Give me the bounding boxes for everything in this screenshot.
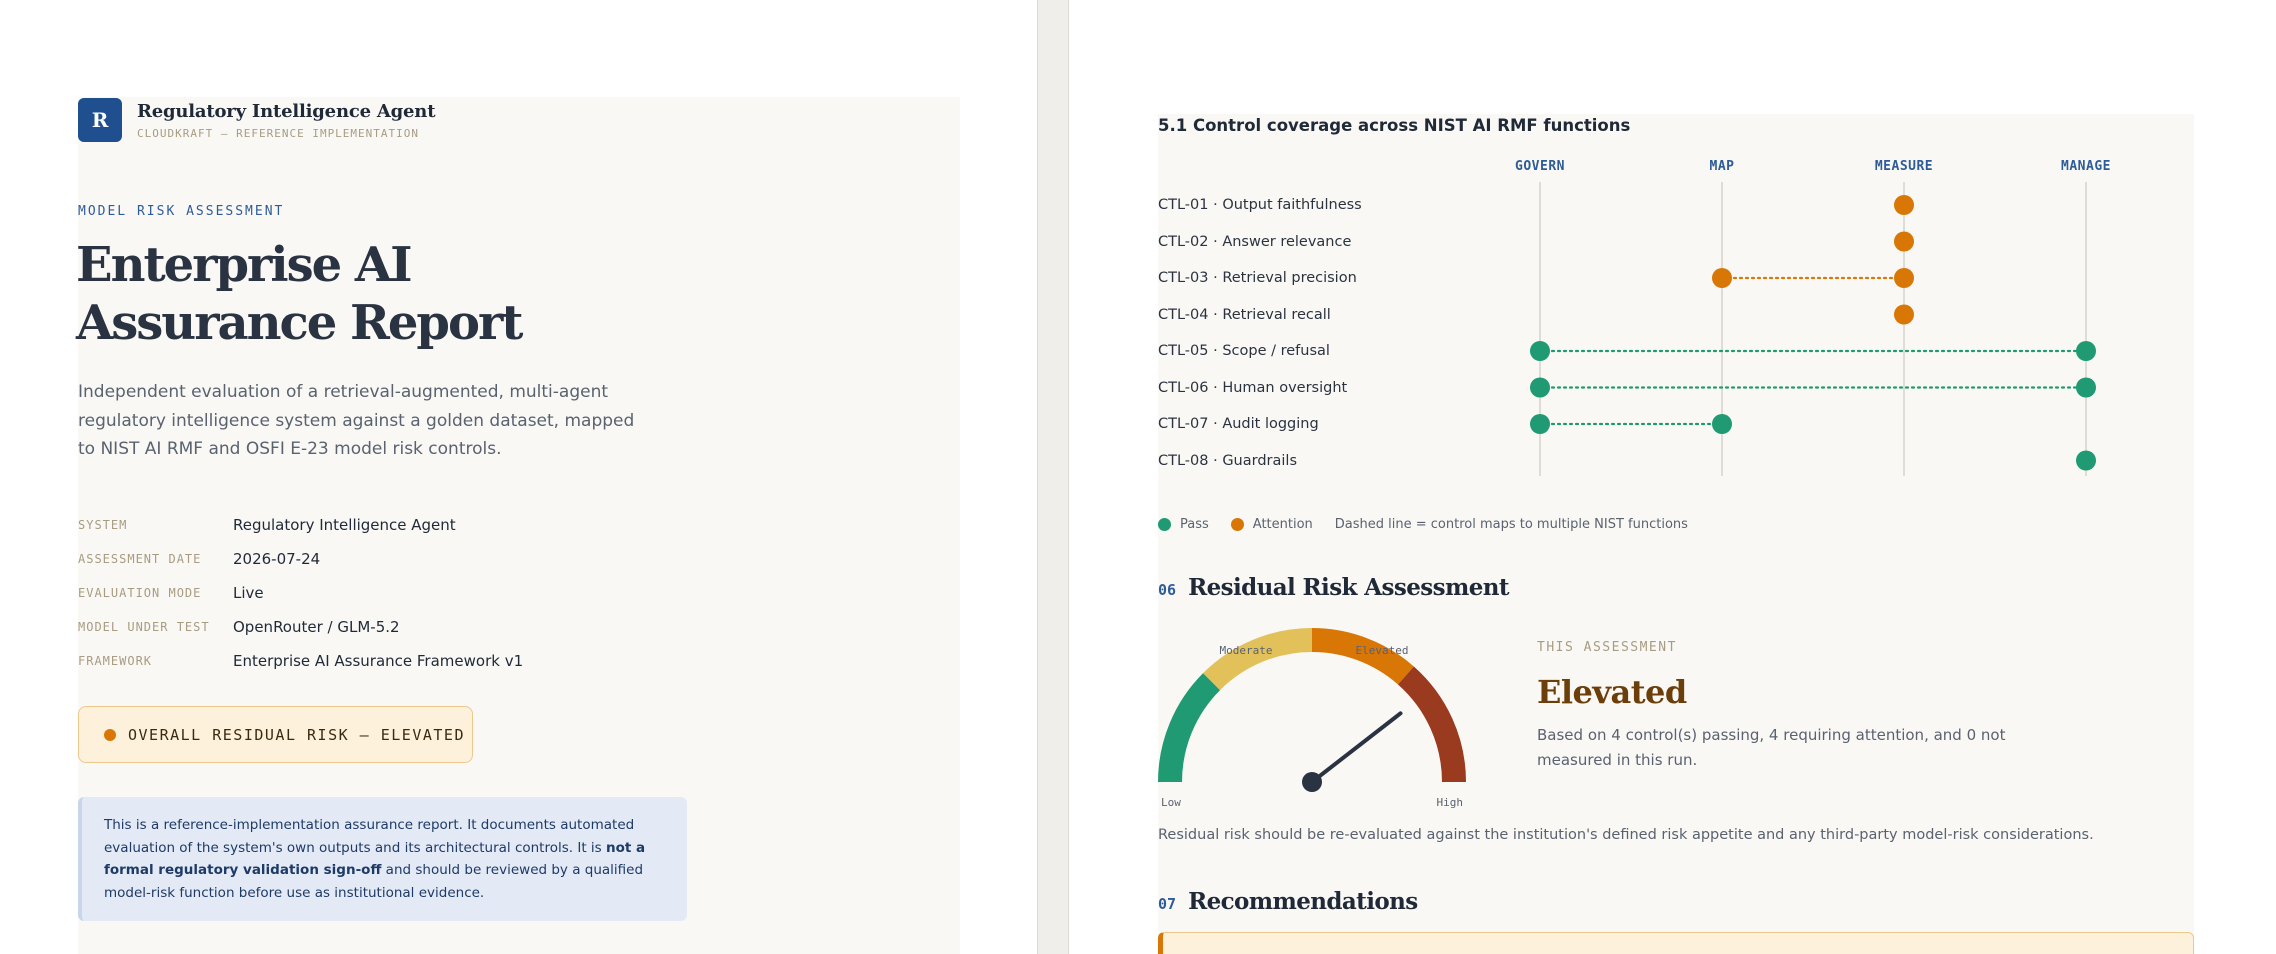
control-mapping-dot <box>1894 304 1914 325</box>
disclaimer-callout: This is a reference-implementation assur… <box>78 797 687 921</box>
report-content-page: 5.1 Control coverage across NIST AI RMF … <box>1068 0 2276 954</box>
function-header-manage: MANAGE <box>2061 159 2111 174</box>
overall-risk-label: OVERALL RESIDUAL RISK — ELEVATED <box>128 725 465 744</box>
meta-row-assessment-date: ASSESSMENT DATE 2026-07-24 <box>78 542 678 576</box>
control-mapping-dot <box>1530 341 1550 361</box>
residual-risk-gauge: Low Moderate Elevated High <box>1158 624 1488 814</box>
section-number: 06 <box>1158 581 1177 599</box>
section-number: 07 <box>1158 895 1177 913</box>
metadata-table: SYSTEM Regulatory Intelligence Agent ASS… <box>78 508 678 678</box>
meta-key: MODEL UNDER TEST <box>78 620 210 634</box>
meta-row-framework: FRAMEWORK Enterprise AI Assurance Framew… <box>78 644 678 678</box>
control-label: CTL-04 · Retrieval recall <box>1158 306 1331 323</box>
coverage-section-title: 5.1 Control coverage across NIST AI RMF … <box>1158 116 1631 135</box>
assessment-summary: THIS ASSESSMENT Elevated Based on 4 cont… <box>1537 640 2007 773</box>
control-label: CTL-06 · Human oversight <box>1158 379 1348 396</box>
gauge-segment <box>1158 673 1221 783</box>
section-title: Residual Risk Assessment <box>1188 574 1509 601</box>
assessment-summary-text: Based on 4 control(s) passing, 4 requiri… <box>1537 726 2006 769</box>
control-label: CTL-05 · Scope / refusal <box>1158 343 1330 359</box>
control-mapping-dot <box>1894 231 1914 252</box>
gauge-label-moderate: Moderate <box>1220 644 1273 657</box>
meta-key: EVALUATION MODE <box>78 586 202 600</box>
recommendation-card <box>1158 932 2194 954</box>
assessment-level: Elevated <box>1537 673 1687 711</box>
legend-pass: Pass <box>1158 517 1209 532</box>
legend-note: Dashed line = control maps to multiple N… <box>1335 517 1688 532</box>
report-title: Enterprise AI Assurance Report <box>76 236 676 352</box>
meta-value: 2026-07-24 <box>233 550 321 568</box>
meta-row-system: SYSTEM Regulatory Intelligence Agent <box>78 508 678 542</box>
brand-name: Regulatory Intelligence Agent <box>137 100 436 122</box>
gauge-graphic: Low Moderate Elevated High <box>1158 628 1466 809</box>
section-heading-recommendations: 07 Recommendations <box>1158 888 1418 915</box>
control-label: CTL-08 · Guardrails <box>1158 452 1297 469</box>
control-mapping-dot <box>2076 341 2096 361</box>
gauge-hub <box>1302 772 1322 792</box>
report-title-line-1: Enterprise AI <box>76 237 413 293</box>
legend-pass-label: Pass <box>1180 517 1209 532</box>
attention-dot-icon <box>1230 518 1244 531</box>
gauge-segment <box>1397 666 1466 783</box>
coverage-legend: Pass Attention Dashed line = control map… <box>1158 517 1710 532</box>
report-eyebrow: MODEL RISK ASSESSMENT <box>78 204 285 219</box>
section-heading-residual-risk: 06 Residual Risk Assessment <box>1158 574 1509 601</box>
meta-row-evaluation-mode: EVALUATION MODE Live <box>78 576 678 610</box>
control-mapping-dot <box>2076 377 2096 398</box>
gauge-label-high: High <box>1437 796 1464 809</box>
meta-value: Regulatory Intelligence Agent <box>233 516 456 534</box>
meta-value: OpenRouter / GLM-5.2 <box>233 618 400 636</box>
meta-key: FRAMEWORK <box>78 654 153 668</box>
function-header-map: MAP <box>1709 159 1735 174</box>
control-label: CTL-03 · Retrieval precision <box>1158 270 1357 286</box>
legend-attention-label: Attention <box>1252 517 1313 532</box>
report-title-line-2: Assurance Report <box>76 295 523 351</box>
meta-value: Enterprise AI Assurance Framework v1 <box>233 652 524 670</box>
assessment-eyebrow: THIS ASSESSMENT <box>1537 640 1677 655</box>
brand-header: R Regulatory Intelligence Agent CLOUDKRA… <box>78 98 436 142</box>
brand-logo: R <box>78 98 122 142</box>
legend-attention: Attention <box>1230 517 1313 532</box>
control-label: CTL-07 · Audit logging <box>1158 416 1319 432</box>
risk-status-dot-icon <box>104 728 116 741</box>
report-lede: Independent evaluation of a retrieval-au… <box>78 382 635 459</box>
section-title: Recommendations <box>1188 888 1418 915</box>
function-header-measure: MEASURE <box>1874 159 1934 174</box>
disclaimer-text: This is a reference-implementation assur… <box>104 817 635 856</box>
meta-row-model-under-test: MODEL UNDER TEST OpenRouter / GLM-5.2 <box>78 610 678 644</box>
control-coverage-matrix: GOVERN MAP MEASURE MANAGE CTL-01 · Output fa… <box>1158 150 2158 490</box>
function-header-govern: GOVERN <box>1515 159 1565 174</box>
gauge-label-elevated: Elevated <box>1356 644 1409 657</box>
control-mapping-dot <box>1530 414 1550 434</box>
brand-subtitle: CLOUDKRAFT — REFERENCE IMPLEMENTATION <box>137 126 420 140</box>
report-cover-page: R Regulatory Intelligence Agent CLOUDKRA… <box>0 0 1038 954</box>
residual-risk-note: Residual risk should be re-evaluated aga… <box>1158 827 2094 843</box>
meta-value: Live <box>233 584 264 602</box>
control-label: CTL-01 · Output faithfulness <box>1158 197 1362 213</box>
control-mapping-dot <box>1712 414 1732 434</box>
pass-dot-icon <box>1158 518 1171 531</box>
control-mapping-dot <box>1894 195 1914 215</box>
meta-key: SYSTEM <box>78 518 128 532</box>
meta-key: ASSESSMENT DATE <box>78 552 202 566</box>
control-label: CTL-02 · Answer relevance <box>1158 233 1352 250</box>
gauge-needle <box>1310 711 1403 784</box>
control-mapping-dot <box>2076 450 2096 471</box>
overall-risk-badge: OVERALL RESIDUAL RISK — ELEVATED <box>78 706 473 763</box>
legend-note-text: Dashed line = control maps to multiple N… <box>1334 517 1688 532</box>
gauge-label-low: Low <box>1161 796 1181 809</box>
control-mapping-dot <box>1894 268 1914 288</box>
control-mapping-dot <box>1530 377 1550 398</box>
control-mapping-dot <box>1712 268 1732 288</box>
